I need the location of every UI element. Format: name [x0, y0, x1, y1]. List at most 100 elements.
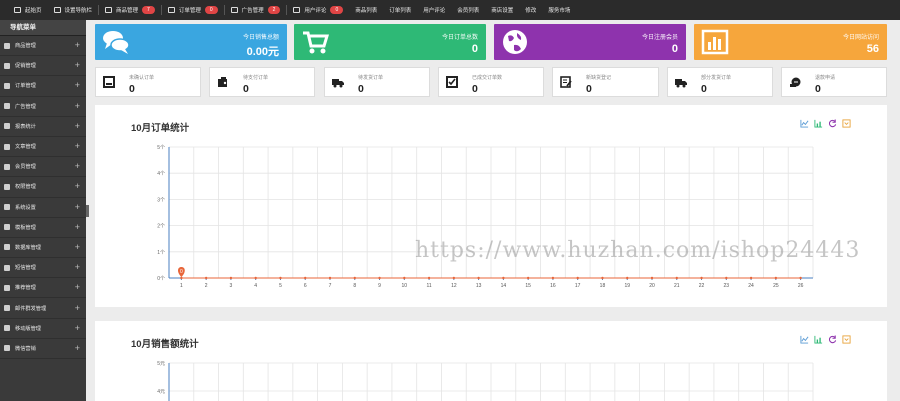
x-tick-label: 8 [353, 283, 356, 289]
data-point[interactable] [626, 276, 629, 280]
data-point[interactable] [279, 276, 282, 280]
data-point[interactable] [650, 276, 654, 280]
expand-plus-icon[interactable]: + [75, 162, 80, 171]
sidebar-item[interactable]: 商品管理 + [0, 36, 86, 57]
topbar-item[interactable]: 会员列表 [451, 0, 485, 20]
sidebar-item[interactable]: 推荐管理 + [0, 278, 86, 299]
sidebar-item[interactable]: 邮件群发管理 + [0, 298, 86, 319]
data-point[interactable] [180, 276, 183, 280]
sidebar-item[interactable]: 系统设置 + [0, 198, 86, 218]
topbar-item[interactable]: 订单管理 0 [162, 0, 224, 20]
topbar-item-label: 广告管理 [241, 8, 264, 14]
order-status-card[interactable]: 待支付订单 0 [209, 67, 315, 97]
expand-plus-icon[interactable]: + [75, 242, 80, 252]
y-tick-label: 0个 [157, 276, 165, 282]
expand-plus-icon[interactable]: + [75, 61, 80, 70]
topbar-item[interactable]: 用户评论 0 [287, 0, 349, 20]
topbar-item[interactable]: 用户评论 [417, 0, 451, 20]
sidebar-item-label: 促销管理 [15, 63, 36, 70]
wallet-icon [218, 77, 227, 87]
data-point[interactable] [725, 276, 728, 280]
data-point[interactable] [229, 276, 233, 280]
data-point[interactable] [304, 276, 307, 280]
data-point[interactable] [675, 276, 678, 280]
topbar-item-label: 起始页 [25, 8, 42, 14]
x-tick-label: 17 [575, 283, 581, 289]
order-status-count: 0 [586, 83, 592, 95]
y-tick-label: 4个 [157, 171, 165, 177]
data-point[interactable] [502, 276, 505, 280]
order-status-card[interactable]: 退款申请 0 [781, 67, 887, 97]
data-point[interactable] [378, 276, 381, 280]
data-point[interactable] [452, 276, 456, 280]
expand-plus-icon[interactable]: + [75, 222, 80, 232]
order-status-card[interactable]: 部分发货订单 0 [667, 67, 773, 97]
sidebar-collapse-handle[interactable] [86, 205, 89, 217]
order-status-label: 已成交订单数 [472, 75, 503, 81]
data-point[interactable] [749, 276, 753, 280]
data-point[interactable] [774, 276, 778, 280]
sidebar-item-label: 报表统计 [15, 123, 36, 130]
sidebar-item[interactable]: 数据库管理 + [0, 238, 86, 259]
topbar-item[interactable]: 订单列表 [383, 0, 417, 20]
expand-plus-icon[interactable]: + [75, 323, 80, 333]
sidebar-item[interactable]: 广告管理 + [0, 97, 86, 117]
sidebar-item-label: 权限管理 [15, 184, 36, 191]
sales-chart-panel: 10月销售额统计 4元 5元 [95, 321, 887, 401]
x-tick-label: 1 [180, 283, 183, 289]
topbar-item[interactable]: 商品列表 [349, 0, 383, 20]
data-point[interactable] [799, 276, 802, 280]
sidebar-item[interactable]: 促销管理 + [0, 56, 86, 77]
order-status-card[interactable]: 已成交订单数 0 [438, 67, 544, 97]
x-tick-label: 21 [674, 283, 680, 289]
expand-plus-icon[interactable]: + [75, 182, 80, 191]
sidebar-item[interactable]: 短信管理 + [0, 258, 86, 279]
expand-plus-icon[interactable]: + [75, 81, 80, 90]
data-point[interactable] [477, 276, 480, 280]
sidebar-item[interactable]: 移动版管理 + [0, 319, 86, 339]
topbar-item[interactable]: 起始页 [0, 0, 48, 20]
expand-plus-icon[interactable]: + [75, 303, 80, 313]
topbar-item[interactable]: 设置导航栏 [48, 0, 99, 20]
sidebar-item[interactable]: 报表统计 + [0, 117, 86, 137]
topbar-item[interactable]: 服务市场 [542, 0, 576, 20]
topbar-item[interactable]: 商品管理 7 [99, 0, 161, 20]
data-point[interactable] [254, 276, 257, 280]
topbar-item-label: 用户评论 [304, 8, 327, 14]
data-point[interactable] [328, 276, 332, 280]
sidebar-item[interactable]: 文章管理 + [0, 137, 86, 158]
order-icon [167, 7, 175, 13]
expand-plus-icon[interactable]: + [75, 142, 80, 151]
data-point[interactable] [526, 276, 530, 280]
data-point[interactable] [427, 276, 431, 280]
topbar-item[interactable]: 广告管理 2 [225, 0, 287, 20]
expand-plus-icon[interactable]: + [75, 41, 80, 50]
expand-plus-icon[interactable]: + [75, 283, 80, 292]
topbar-item[interactable]: 商店设置 [485, 0, 519, 20]
sidebar-item[interactable]: 模板管理 + [0, 218, 86, 238]
data-point[interactable] [403, 276, 406, 280]
data-point[interactable] [204, 276, 208, 280]
topbar-item-label: 订单列表 [389, 8, 412, 14]
sidebar-item[interactable]: 订单管理 + [0, 76, 86, 97]
expand-plus-icon[interactable]: + [75, 263, 80, 272]
order-status-card[interactable]: 新缺货登记 0 [552, 67, 659, 97]
expand-plus-icon[interactable]: + [75, 343, 80, 353]
data-point[interactable] [353, 276, 356, 280]
order-status-card[interactable]: 未确认订单 0 [95, 67, 201, 97]
sidebar-item-label: 移动版管理 [15, 325, 41, 332]
expand-plus-icon[interactable]: + [75, 202, 80, 212]
data-point[interactable] [700, 276, 703, 280]
sidebar-item[interactable]: 会员管理 + [0, 157, 86, 178]
data-point[interactable] [551, 276, 555, 280]
topbar-item[interactable]: 修改 [519, 0, 542, 20]
expand-plus-icon[interactable]: + [75, 101, 80, 111]
order-status-card[interactable]: 待发货订单 0 [324, 67, 430, 97]
sidebar-item[interactable]: 权限管理 + [0, 177, 86, 198]
sidebar-item[interactable]: 微信营销 + [0, 339, 86, 359]
expand-plus-icon[interactable]: + [75, 121, 80, 131]
data-point[interactable] [601, 276, 604, 280]
x-tick-label: 16 [550, 283, 556, 289]
x-tick-label: 5 [279, 283, 282, 289]
data-point[interactable] [576, 276, 579, 280]
